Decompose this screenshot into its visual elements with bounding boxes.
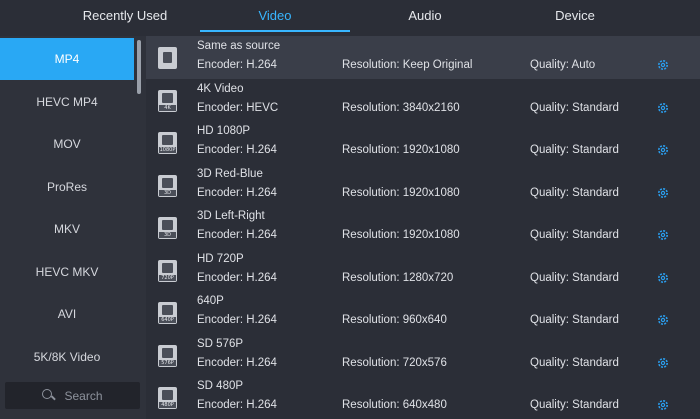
preset-row[interactable]: 3D 3D Left-Right Encoder: H.264 Resoluti… — [146, 206, 700, 249]
format-tag: 640P — [159, 317, 176, 323]
gear-icon[interactable] — [656, 356, 670, 370]
sidebar-item-5k-8k-video[interactable]: 5K/8K Video — [0, 336, 134, 378]
search-input[interactable]: Search — [5, 382, 140, 409]
sidebar-item-hevc-mkv[interactable]: HEVC MKV — [0, 251, 134, 293]
preset-quality: Quality: Standard — [530, 101, 619, 114]
preset-encoder: Encoder: H.264 — [197, 314, 277, 326]
preset-resolution: Resolution: 1920x1080 — [342, 229, 460, 241]
gear-icon[interactable] — [656, 143, 670, 157]
gear-icon[interactable] — [656, 101, 670, 115]
sidebar-item-prores[interactable]: ProRes — [0, 166, 134, 208]
format-sidebar: MP4 HEVC MP4 MOV ProRes MKV HEVC MKV AVI… — [0, 36, 146, 419]
preset-row[interactable]: 3D 3D Red-Blue Encoder: H.264 Resolution… — [146, 164, 700, 207]
gear-icon[interactable] — [656, 186, 670, 200]
tab-audio[interactable]: Audio — [350, 0, 500, 34]
preset-row[interactable]: Same as source Encoder: H.264 Resolution… — [146, 36, 700, 79]
search-icon — [42, 388, 56, 403]
preset-resolution: Resolution: 3840x2160 — [342, 101, 460, 114]
sidebar-item-mp4[interactable]: MP4 — [0, 38, 134, 80]
search-placeholder: Search — [64, 388, 103, 403]
format-tag: 576P — [159, 359, 176, 366]
3d-icon: 3D — [158, 174, 177, 197]
format-tag: 480P — [159, 402, 176, 408]
preset-row[interactable]: 4K 4K Video Encoder: HEVC Resolution: 38… — [146, 79, 700, 122]
preset-quality: Quality: Standard — [530, 356, 619, 369]
preset-name: 4K Video — [197, 82, 244, 95]
preset-encoder: Encoder: HEVC — [197, 101, 279, 114]
gear-icon[interactable] — [656, 398, 670, 412]
preset-quality: Quality: Standard — [530, 229, 619, 241]
gear-icon[interactable] — [656, 58, 670, 72]
tab-recently-used[interactable]: Recently Used — [50, 0, 200, 34]
preset-quality: Quality: Standard — [530, 271, 619, 284]
tab-video[interactable]: Video — [200, 0, 350, 34]
480p-icon: 480P — [158, 387, 177, 409]
gear-icon[interactable] — [656, 313, 670, 327]
preset-quality: Quality: Standard — [530, 314, 619, 326]
preset-quality: Quality: Auto — [530, 59, 596, 71]
4k-icon: 4K — [158, 89, 177, 112]
1080p-icon: 1080P — [158, 132, 177, 154]
preset-row[interactable]: 720P HD 720P Encoder: H.264 Resolution: … — [146, 249, 700, 292]
preset-resolution: Resolution: 1920x1080 — [342, 144, 460, 156]
sidebar-item-mov[interactable]: MOV — [0, 123, 134, 165]
preset-quality: Quality: Standard — [530, 186, 619, 199]
preset-encoder: Encoder: H.264 — [197, 356, 277, 369]
preset-row[interactable]: 1080P HD 1080P Encoder: H.264 Resolution… — [146, 121, 700, 164]
file-icon — [158, 47, 177, 69]
preset-name: SD 480P — [197, 380, 244, 392]
720p-icon: 720P — [158, 259, 177, 282]
format-tag: 3D — [159, 189, 176, 196]
preset-row[interactable]: 480P SD 480P Encoder: H.264 Resolution: … — [146, 376, 700, 419]
640p-icon: 640P — [158, 302, 177, 324]
preset-name: Same as source — [197, 40, 281, 52]
active-tab-indicator — [200, 30, 350, 32]
preset-list: Same as source Encoder: H.264 Resolution… — [146, 36, 700, 419]
format-tabs: Recently Used Video Audio Device — [0, 0, 700, 34]
preset-name: 3D Red-Blue — [197, 167, 263, 180]
sidebar-item-mkv[interactable]: MKV — [0, 208, 134, 250]
preset-resolution: Resolution: Keep Original — [342, 59, 473, 71]
preset-encoder: Encoder: H.264 — [197, 59, 277, 71]
preset-encoder: Encoder: H.264 — [197, 271, 277, 284]
sidebar-item-avi[interactable]: AVI — [0, 293, 134, 335]
preset-quality: Quality: Standard — [530, 399, 619, 411]
preset-encoder: Encoder: H.264 — [197, 229, 277, 241]
preset-name: HD 720P — [197, 252, 244, 265]
format-tag: 4K — [159, 104, 176, 111]
preset-encoder: Encoder: H.264 — [197, 144, 277, 156]
3d-icon: 3D — [158, 217, 177, 239]
preset-encoder: Encoder: H.264 — [197, 186, 277, 199]
preset-resolution: Resolution: 1920x1080 — [342, 186, 460, 199]
preset-row[interactable]: 640P 640P Encoder: H.264 Resolution: 960… — [146, 291, 700, 334]
sidebar-item-hevc-mp4[interactable]: HEVC MP4 — [0, 81, 134, 123]
format-tag: 720P — [159, 274, 176, 281]
preset-quality: Quality: Standard — [530, 144, 619, 156]
preset-name: SD 576P — [197, 337, 244, 350]
preset-name: HD 1080P — [197, 125, 251, 137]
sidebar-scrollbar[interactable] — [137, 40, 141, 94]
gear-icon[interactable] — [656, 228, 670, 242]
preset-name: 640P — [197, 295, 224, 307]
576p-icon: 576P — [158, 344, 177, 367]
tab-device[interactable]: Device — [500, 0, 650, 34]
preset-resolution: Resolution: 1280x720 — [342, 271, 454, 284]
preset-resolution: Resolution: 640x480 — [342, 399, 447, 411]
gear-icon[interactable] — [656, 271, 670, 285]
preset-name: 3D Left-Right — [197, 210, 265, 222]
preset-row[interactable]: 576P SD 576P Encoder: H.264 Resolution: … — [146, 334, 700, 377]
format-tag: 1080P — [159, 147, 176, 153]
preset-encoder: Encoder: H.264 — [197, 399, 277, 411]
format-tag: 3D — [159, 232, 176, 238]
preset-resolution: Resolution: 720x576 — [342, 356, 447, 369]
preset-resolution: Resolution: 960x640 — [342, 314, 447, 326]
